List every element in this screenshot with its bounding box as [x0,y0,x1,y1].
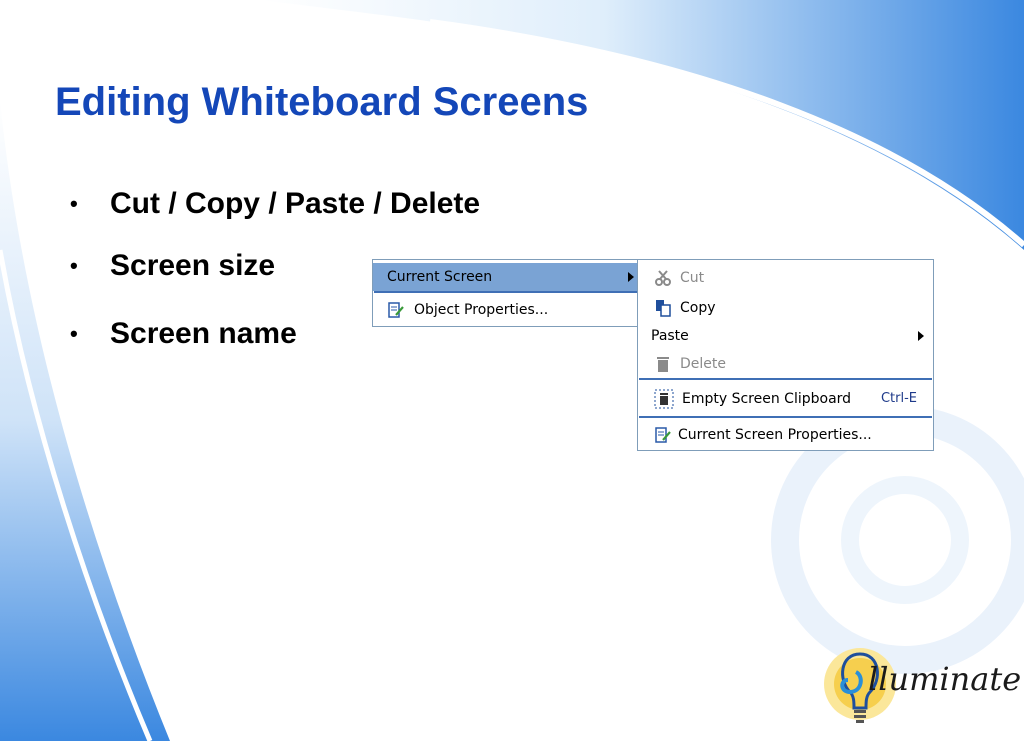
properties-icon [388,302,404,318]
bullet-item: • Cut / Copy / Paste / Delete [70,186,480,221]
context-menu: Current Screen Object Properties... [372,259,640,327]
menu-separator [639,378,932,380]
menu-item-label: Paste [651,328,689,344]
scissors-icon [655,270,671,286]
menu-item-current-screen-properties[interactable]: Current Screen Properties... [638,421,933,449]
properties-icon [655,427,671,443]
copy-icon [656,300,671,317]
menu-item-cut[interactable]: Cut [638,264,933,292]
menu-item-label: Current Screen Properties... [678,427,872,443]
bullet-text: Cut / Copy / Paste / Delete [110,187,481,221]
menu-item-label: Object Properties... [414,302,549,318]
logo-text: lluminate [868,660,1022,698]
menu-item-empty-screen-clipboard[interactable]: Empty Screen Clipboard Ctrl-E [638,385,933,413]
menu-item-label: Delete [680,356,726,372]
menu-item-label: Copy [680,300,716,316]
bullet-glyph: • [70,191,78,217]
bullet-text: Screen size [110,249,276,283]
menu-item-copy[interactable]: Copy [638,294,933,322]
bullet-item: • Screen size [70,248,275,283]
clipboard-trash-icon [654,389,674,409]
menu-item-delete[interactable]: Delete [638,350,933,378]
menu-item-label: Empty Screen Clipboard [682,391,852,407]
menu-separator [639,416,932,418]
bullet-item: • Screen name [70,316,297,351]
slide: Editing Whiteboard Screens • Cut / Copy /… [0,0,1024,741]
menu-item-label: Current Screen [387,269,493,285]
submenu: Cut Copy Paste Delete Empty Screen Clipb… [637,259,934,451]
submenu-arrow-icon [628,272,634,282]
submenu-arrow-icon [918,331,924,341]
menu-separator [374,291,638,293]
menu-item-object-properties[interactable]: Object Properties... [373,296,639,324]
bullet-glyph: • [70,321,78,347]
slide-title: Editing Whiteboard Screens [55,80,589,124]
menu-item-label: Cut [680,270,705,286]
shortcut-label: Ctrl-E [880,391,917,406]
bullet-text: Screen name [110,317,297,351]
trash-icon [657,357,669,372]
bullet-glyph: • [70,253,78,279]
menu-item-current-screen[interactable]: Current Screen [373,263,639,291]
menu-item-paste[interactable]: Paste [638,322,933,350]
